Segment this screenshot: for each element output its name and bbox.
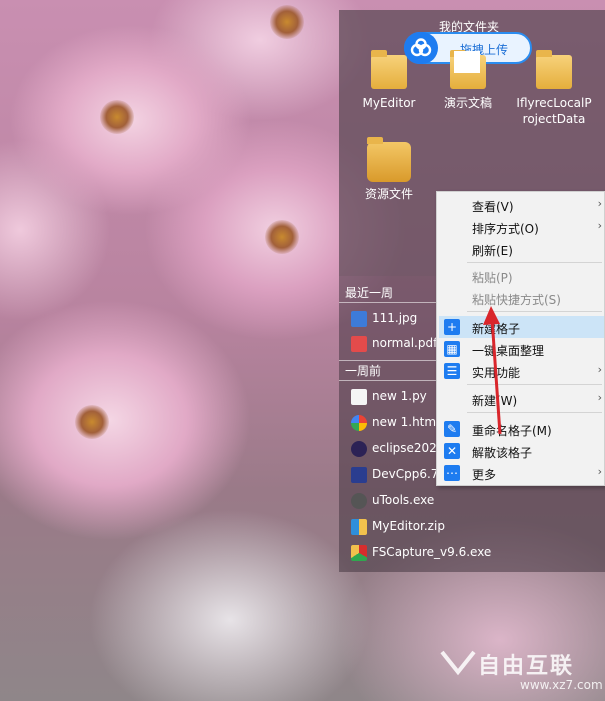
chevron-right-icon: › (597, 465, 602, 478)
desktop-item-label-line1: IflyrecLocalP (516, 96, 592, 110)
section-divider (339, 360, 436, 361)
devcpp-icon (351, 467, 367, 483)
menu-item-utilities[interactable]: ☰ 实用功能 › (439, 360, 604, 382)
file-name: MyEditor.zip (372, 519, 445, 533)
file-name: normal.pdf (372, 336, 438, 350)
menu-item-label: 一键桌面整理 (472, 344, 545, 358)
zip-file-icon (351, 519, 367, 535)
menu-item-rename-fence[interactable]: ✎ 重命名格子(M) (439, 418, 604, 440)
menu-item-label: 刷新(E) (472, 244, 513, 258)
watermark-brand: 自由互联 (478, 654, 575, 679)
menu-item-label: 新建格子 (472, 322, 521, 336)
menu-item-label: 实用功能 (472, 366, 521, 380)
menu-item-new-fence[interactable]: + 新建格子 (439, 316, 604, 338)
desktop-item-label-line2: rojectData (522, 112, 586, 126)
jpg-file-icon (351, 311, 367, 327)
menu-separator (467, 412, 602, 413)
menu-item-dissolve-fence[interactable]: ✕ 解散该格子 (439, 440, 604, 462)
menu-item-sort[interactable]: 排序方式(O) › (439, 216, 604, 238)
folder-icon (369, 47, 409, 91)
file-row-myeditor-zip[interactable]: MyEditor.zip (351, 517, 451, 539)
file-name: eclipse2022 (372, 441, 445, 455)
menu-item-view[interactable]: 查看(V) › (439, 194, 604, 216)
menu-item-label: 排序方式(O) (472, 222, 539, 236)
document-folder-icon (448, 47, 488, 91)
menu-item-refresh[interactable]: 刷新(E) (439, 238, 604, 260)
menu-item-label: 重命名格子(M) (472, 424, 552, 438)
flower-decoration (100, 100, 134, 134)
menu-separator (467, 384, 602, 385)
menu-item-more[interactable]: ⋯ 更多 › (439, 462, 604, 484)
desktop-item-label: 演示文稿 (443, 96, 492, 110)
section-recent-week: 最近一周 (345, 286, 394, 300)
chevron-right-icon: › (597, 219, 602, 232)
menu-item-paste: 粘贴(P) (439, 265, 604, 287)
menu-item-new[interactable]: 新建(W) › (439, 388, 604, 410)
flower-decoration (75, 405, 109, 439)
menu-item-label: 解散该格子 (472, 446, 533, 460)
flower-decoration (265, 220, 299, 254)
html-file-icon (351, 415, 367, 431)
desktop-item-label: MyEditor (362, 96, 416, 110)
fscapture-icon (351, 545, 367, 561)
menu-item-label: 查看(V) (472, 200, 514, 214)
menu-item-paste-shortcut: 粘贴快捷方式(S) (439, 287, 604, 309)
menu-item-label: 粘贴快捷方式(S) (472, 293, 561, 307)
list-icon: ☰ (444, 363, 460, 379)
desktop-item-presentation[interactable]: 演示文稿 (428, 47, 508, 111)
file-name: new 1.html (372, 415, 440, 429)
menu-item-label: 更多 (472, 468, 497, 482)
flower-decoration (270, 5, 304, 39)
rename-icon: ✎ (444, 421, 460, 437)
file-name: FSCapture_v9.6.exe (372, 545, 492, 559)
menu-item-label: 粘贴(P) (472, 271, 513, 285)
file-name: uTools.exe (372, 493, 435, 507)
plus-icon: + (444, 319, 460, 335)
desktop-item-iflyrec[interactable]: IflyrecLocalP rojectData (509, 47, 599, 127)
watermark-url: www.xz7.com (520, 678, 603, 692)
blank-file-icon (351, 389, 367, 405)
file-name: DevCpp6.7 (372, 467, 439, 481)
pdf-file-icon (351, 336, 367, 352)
grid-icon: ▦ (444, 341, 460, 357)
section-divider (339, 380, 436, 381)
file-row-fscapture[interactable]: FSCapture_v9.6.exe (351, 543, 491, 565)
folder-icon (534, 47, 574, 91)
desktop-item-myeditor[interactable]: MyEditor (349, 47, 429, 111)
section-week-ago: 一周前 (345, 364, 382, 378)
dissolve-icon: ✕ (444, 443, 460, 459)
watermark-logo-icon (440, 650, 476, 676)
menu-separator (467, 262, 602, 263)
desktop-item-label: 资源文件 (364, 187, 413, 201)
chevron-right-icon: › (597, 391, 602, 404)
resource-folder-icon (367, 137, 411, 182)
menu-item-label: 新建(W) (472, 394, 518, 408)
chevron-right-icon: › (597, 197, 602, 210)
site-watermark: 自由互联 www.xz7.com (436, 640, 605, 701)
section-divider (339, 302, 436, 303)
context-menu: 查看(V) › 排序方式(O) › 刷新(E) 粘贴(P) 粘贴快捷方式(S) … (436, 191, 605, 486)
utools-icon (351, 493, 367, 509)
menu-separator (467, 311, 602, 312)
eclipse-icon (351, 441, 367, 457)
file-row-utools[interactable]: uTools.exe (351, 491, 451, 513)
more-icon: ⋯ (444, 465, 460, 481)
chevron-right-icon: › (597, 363, 602, 376)
file-name: new 1.py (372, 389, 427, 403)
file-name: 111.jpg (372, 311, 418, 325)
menu-item-one-click-organize[interactable]: ▦ 一键桌面整理 (439, 338, 604, 360)
desktop-item-resources[interactable]: 资源文件 (349, 137, 429, 202)
